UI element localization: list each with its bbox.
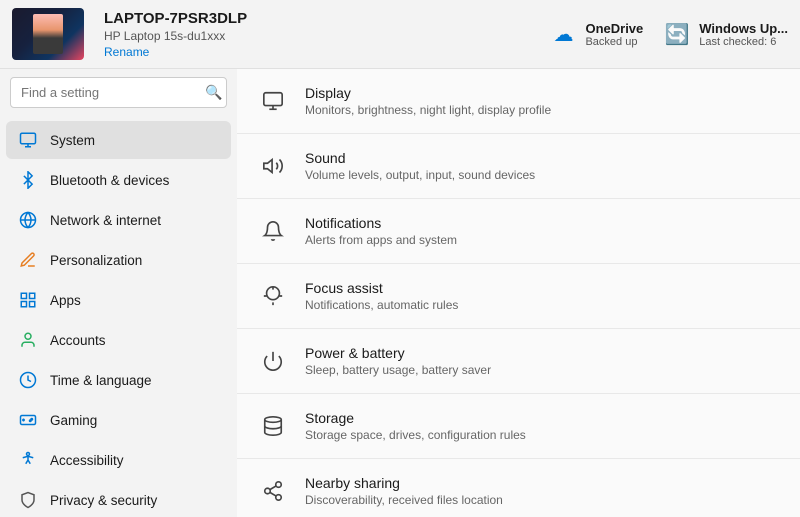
storage-title: Storage [305, 410, 526, 426]
display-desc: Monitors, brightness, night light, displ… [305, 103, 551, 117]
windows-update-status: Last checked: 6 [699, 36, 788, 48]
sidebar-label-time: Time & language [50, 373, 152, 388]
sidebar-label-accounts: Accounts [50, 333, 106, 348]
sidebar-item-system[interactable]: System [6, 121, 231, 159]
sidebar: 🔍 System Bluetooth & devices [0, 69, 237, 517]
settings-item-focus[interactable]: Focus assist Notifications, automatic ru… [237, 264, 800, 329]
sound-text: Sound Volume levels, output, input, soun… [305, 150, 535, 182]
windows-update-widget[interactable]: 🔄 Windows Up... Last checked: 6 [663, 20, 788, 48]
display-text: Display Monitors, brightness, night ligh… [305, 85, 551, 117]
display-title: Display [305, 85, 551, 101]
focus-desc: Notifications, automatic rules [305, 298, 458, 312]
sidebar-label-accessibility: Accessibility [50, 453, 124, 468]
windows-update-text: Windows Up... Last checked: 6 [699, 21, 788, 48]
time-icon [18, 370, 38, 390]
onedrive-title: OneDrive [585, 21, 643, 36]
notifications-icon [257, 215, 289, 247]
sidebar-label-apps: Apps [50, 293, 81, 308]
accounts-icon [18, 330, 38, 350]
power-title: Power & battery [305, 345, 491, 361]
nearby-title: Nearby sharing [305, 475, 503, 491]
sidebar-item-time[interactable]: Time & language [6, 361, 231, 399]
privacy-icon [18, 490, 38, 510]
settings-item-display[interactable]: Display Monitors, brightness, night ligh… [237, 69, 800, 134]
search-container: 🔍 [0, 69, 237, 116]
notifications-title: Notifications [305, 215, 457, 231]
power-text: Power & battery Sleep, battery usage, ba… [305, 345, 491, 377]
search-input[interactable] [21, 85, 197, 100]
notifications-text: Notifications Alerts from apps and syste… [305, 215, 457, 247]
settings-item-notifications[interactable]: Notifications Alerts from apps and syste… [237, 199, 800, 264]
settings-item-power[interactable]: Power & battery Sleep, battery usage, ba… [237, 329, 800, 394]
header-widgets: ☁ OneDrive Backed up 🔄 Windows Up... Las… [549, 20, 788, 48]
sound-icon [257, 150, 289, 182]
main: 🔍 System Bluetooth & devices [0, 69, 800, 517]
nearby-icon [257, 475, 289, 507]
nearby-desc: Discoverability, received files location [305, 493, 503, 507]
content: Display Monitors, brightness, night ligh… [237, 69, 800, 517]
sidebar-item-network[interactable]: Network & internet [6, 201, 231, 239]
focus-title: Focus assist [305, 280, 458, 296]
sidebar-item-personalization[interactable]: Personalization [6, 241, 231, 279]
storage-desc: Storage space, drives, configuration rul… [305, 428, 526, 442]
network-icon [18, 210, 38, 230]
sidebar-item-apps[interactable]: Apps [6, 281, 231, 319]
onedrive-widget[interactable]: ☁ OneDrive Backed up [549, 20, 643, 48]
sidebar-label-bluetooth: Bluetooth & devices [50, 173, 169, 188]
onedrive-status: Backed up [585, 36, 643, 48]
sidebar-item-privacy[interactable]: Privacy & security [6, 481, 231, 517]
sidebar-item-accessibility[interactable]: Accessibility [6, 441, 231, 479]
device-name: LAPTOP-7PSR3DLP [104, 10, 247, 27]
accessibility-icon [18, 450, 38, 470]
device-info: LAPTOP-7PSR3DLP HP Laptop 15s-du1xxx Ren… [104, 10, 247, 59]
power-desc: Sleep, battery usage, battery saver [305, 363, 491, 377]
onedrive-icon: ☁ [549, 20, 577, 48]
sound-title: Sound [305, 150, 535, 166]
power-icon [257, 345, 289, 377]
device-thumbnail [12, 8, 84, 60]
nearby-text: Nearby sharing Discoverability, received… [305, 475, 503, 507]
rename-link[interactable]: Rename [104, 45, 247, 59]
onedrive-text: OneDrive Backed up [585, 21, 643, 48]
settings-list: Display Monitors, brightness, night ligh… [237, 69, 800, 517]
system-icon [18, 130, 38, 150]
storage-text: Storage Storage space, drives, configura… [305, 410, 526, 442]
sidebar-item-bluetooth[interactable]: Bluetooth & devices [6, 161, 231, 199]
settings-item-storage[interactable]: Storage Storage space, drives, configura… [237, 394, 800, 459]
sound-desc: Volume levels, output, input, sound devi… [305, 168, 535, 182]
sidebar-label-system: System [50, 133, 95, 148]
sidebar-label-privacy: Privacy & security [50, 493, 157, 508]
gaming-icon [18, 410, 38, 430]
settings-item-sound[interactable]: Sound Volume levels, output, input, soun… [237, 134, 800, 199]
nav-items: System Bluetooth & devices Network [0, 116, 237, 517]
windows-update-title: Windows Up... [699, 21, 788, 36]
focus-text: Focus assist Notifications, automatic ru… [305, 280, 458, 312]
sidebar-item-accounts[interactable]: Accounts [6, 321, 231, 359]
sidebar-item-gaming[interactable]: Gaming [6, 401, 231, 439]
sidebar-label-network: Network & internet [50, 213, 161, 228]
sidebar-label-gaming: Gaming [50, 413, 97, 428]
device-model: HP Laptop 15s-du1xxx [104, 29, 247, 43]
apps-icon [18, 290, 38, 310]
search-box[interactable]: 🔍 [10, 77, 227, 108]
search-icon: 🔍 [205, 84, 222, 101]
header: LAPTOP-7PSR3DLP HP Laptop 15s-du1xxx Ren… [0, 0, 800, 69]
focus-icon [257, 280, 289, 312]
sidebar-label-personalization: Personalization [50, 253, 142, 268]
personalization-icon [18, 250, 38, 270]
storage-icon [257, 410, 289, 442]
notifications-desc: Alerts from apps and system [305, 233, 457, 247]
display-icon [257, 85, 289, 117]
settings-item-nearby[interactable]: Nearby sharing Discoverability, received… [237, 459, 800, 517]
bluetooth-icon [18, 170, 38, 190]
windows-update-icon: 🔄 [663, 20, 691, 48]
